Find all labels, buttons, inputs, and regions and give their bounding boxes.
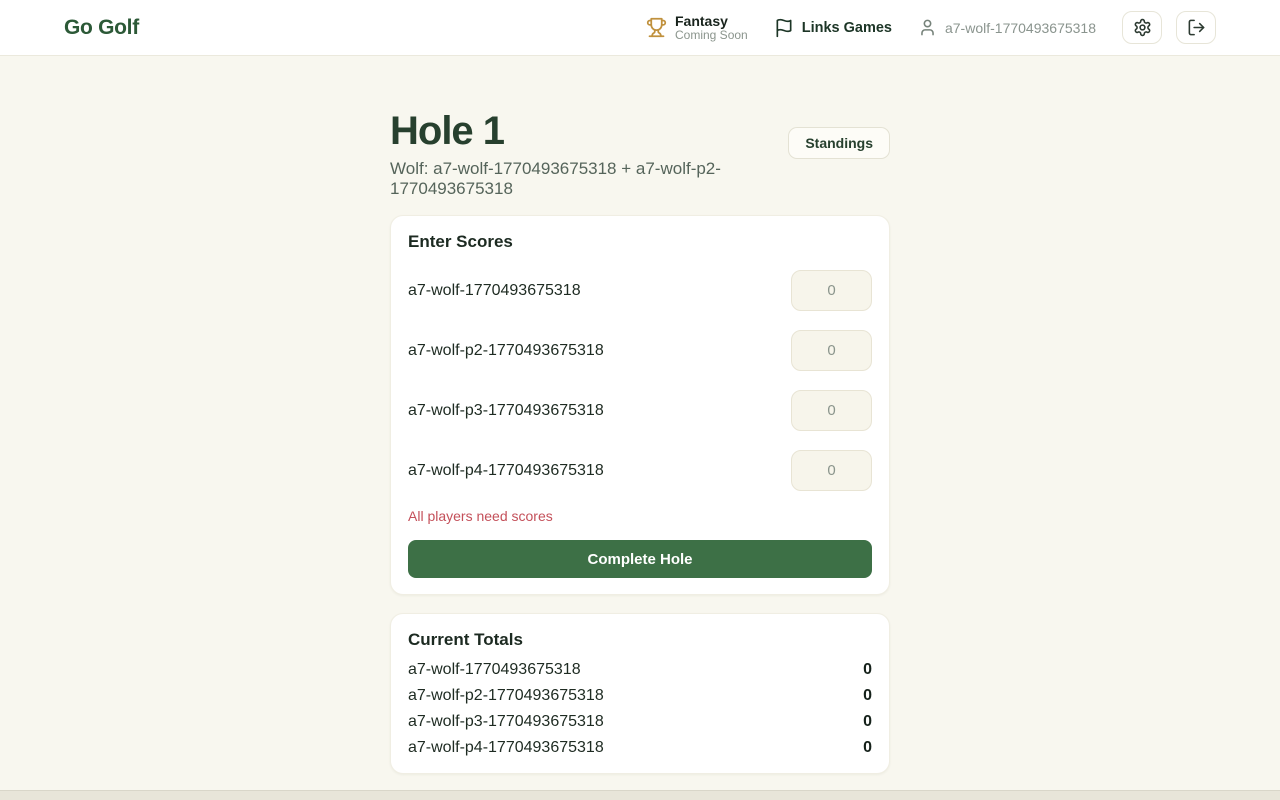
nav-item-links-games[interactable]: Links Games (774, 18, 892, 38)
complete-hole-button[interactable]: Complete Hole (408, 540, 872, 578)
app-header: Go Golf Fantasy Coming Soon (0, 0, 1280, 56)
total-row: a7-wolf-1770493675318 0 (408, 657, 872, 683)
score-rows: a7-wolf-1770493675318 a7-wolf-p2-1770493… (408, 270, 872, 491)
enter-scores-title: Enter Scores (408, 232, 872, 252)
total-row: a7-wolf-p3-1770493675318 0 (408, 709, 872, 735)
score-input[interactable] (791, 270, 872, 311)
fantasy-label: Fantasy (675, 13, 748, 29)
header-nav: Fantasy Coming Soon Links Games a7-wolf-… (646, 11, 1216, 44)
user-chip[interactable]: a7-wolf-1770493675318 (918, 18, 1096, 37)
player-name: a7-wolf-p2-1770493675318 (408, 342, 604, 360)
fantasy-text: Fantasy Coming Soon (675, 13, 748, 43)
score-row: a7-wolf-p4-1770493675318 (408, 450, 872, 491)
enter-scores-card: Enter Scores a7-wolf-1770493675318 a7-wo… (390, 215, 890, 595)
player-name: a7-wolf-p3-1770493675318 (408, 402, 604, 420)
trophy-icon (646, 17, 667, 38)
score-input[interactable] (791, 330, 872, 371)
settings-button[interactable] (1122, 11, 1162, 44)
total-player-name: a7-wolf-p4-1770493675318 (408, 739, 604, 757)
score-row: a7-wolf-1770493675318 (408, 270, 872, 311)
score-input[interactable] (791, 390, 872, 431)
main-content: Hole 1 Wolf: a7-wolf-1770493675318 + a7-… (390, 56, 890, 774)
nav-item-fantasy[interactable]: Fantasy Coming Soon (646, 13, 748, 43)
validation-error: All players need scores (408, 508, 872, 524)
player-name: a7-wolf-p4-1770493675318 (408, 462, 604, 480)
page-head: Hole 1 Wolf: a7-wolf-1770493675318 + a7-… (390, 108, 890, 199)
logout-icon (1187, 18, 1206, 37)
standings-button[interactable]: Standings (788, 127, 890, 159)
total-player-name: a7-wolf-p3-1770493675318 (408, 713, 604, 731)
current-totals-title: Current Totals (408, 630, 872, 650)
player-name: a7-wolf-1770493675318 (408, 282, 581, 300)
score-input[interactable] (791, 450, 872, 491)
app-logo[interactable]: Go Golf (64, 16, 139, 40)
total-row: a7-wolf-p2-1770493675318 0 (408, 683, 872, 709)
flag-icon (774, 18, 794, 38)
gear-icon (1133, 18, 1152, 37)
score-row: a7-wolf-p2-1770493675318 (408, 330, 872, 371)
total-value: 0 (863, 661, 872, 679)
total-value: 0 (863, 739, 872, 757)
links-games-label: Links Games (802, 20, 892, 36)
score-row: a7-wolf-p3-1770493675318 (408, 390, 872, 431)
wolf-subtitle: Wolf: a7-wolf-1770493675318 + a7-wolf-p2… (390, 159, 788, 199)
current-totals-card: Current Totals a7-wolf-1770493675318 0 a… (390, 613, 890, 774)
bottom-scroll-strip[interactable] (0, 790, 1280, 800)
total-player-name: a7-wolf-p2-1770493675318 (408, 687, 604, 705)
user-icon (918, 18, 937, 37)
total-value: 0 (863, 687, 872, 705)
totals-rows: a7-wolf-1770493675318 0 a7-wolf-p2-17704… (408, 657, 872, 761)
total-row: a7-wolf-p4-1770493675318 0 (408, 735, 872, 761)
user-id-label: a7-wolf-1770493675318 (945, 20, 1096, 36)
page-head-text: Hole 1 Wolf: a7-wolf-1770493675318 + a7-… (390, 108, 788, 199)
total-value: 0 (863, 713, 872, 731)
fantasy-coming-soon-label: Coming Soon (675, 29, 748, 43)
page-title: Hole 1 (390, 108, 788, 154)
logout-button[interactable] (1176, 11, 1216, 44)
total-player-name: a7-wolf-1770493675318 (408, 661, 581, 679)
